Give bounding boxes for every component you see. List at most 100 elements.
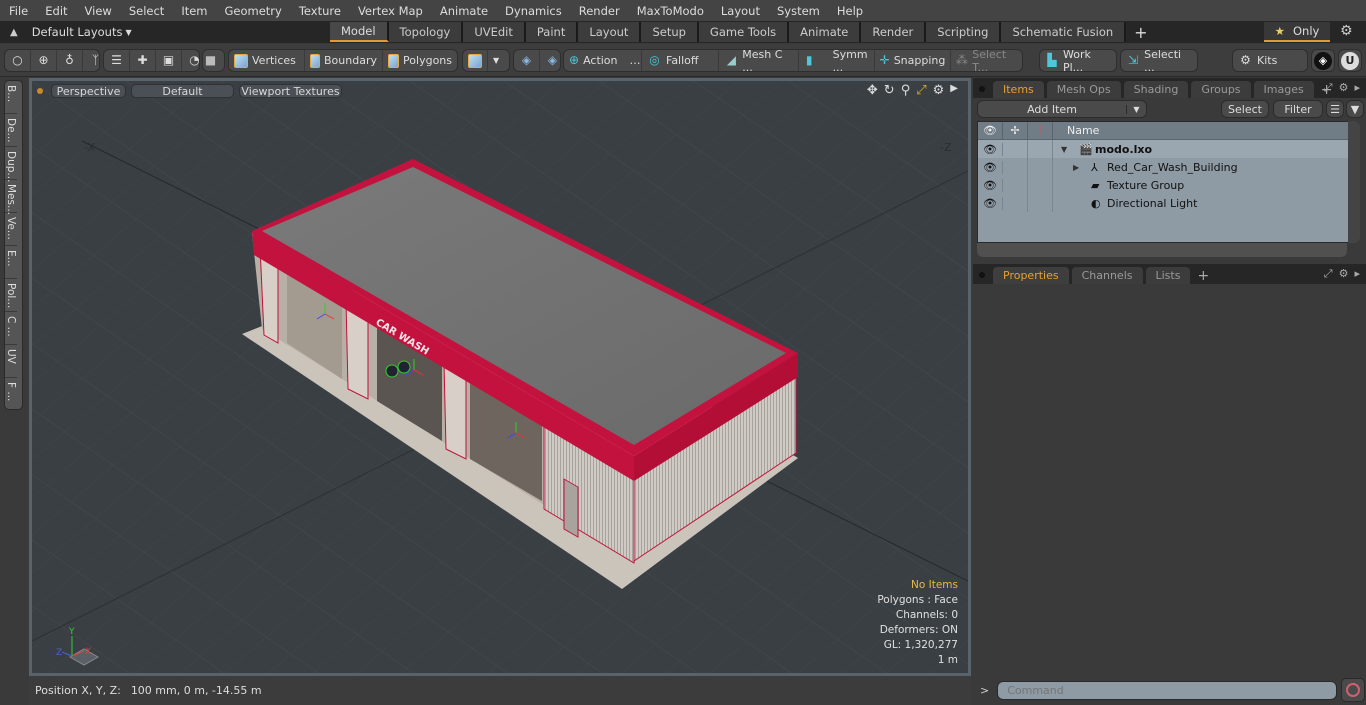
menu-edit[interactable]: Edit [36, 4, 75, 18]
perspective-button[interactable]: Perspective [51, 84, 126, 98]
expand-arrow-icon[interactable]: ▸ [1354, 267, 1360, 281]
rotate-icon[interactable]: ↻ [884, 83, 895, 98]
work-plane-button[interactable]: ▙ Work Pl... [1039, 48, 1117, 74]
kits-button[interactable]: ⚙ Kits [1232, 49, 1308, 72]
3d-viewport[interactable]: CAR WASH Y X Z Perspective Default Viewp… [29, 78, 971, 676]
menu-geometry[interactable]: Geometry [216, 4, 290, 18]
select-through-button[interactable]: ⁂ Select T... [951, 48, 1022, 74]
pan-icon[interactable]: ✥ [867, 83, 878, 98]
record-button[interactable] [1341, 678, 1366, 702]
eye-icon[interactable]: 👁 [978, 160, 1003, 174]
gear-icon[interactable]: ⚙ [1339, 267, 1349, 281]
gear-icon[interactable]: ⚙ [1339, 81, 1349, 95]
menu-vertex-map[interactable]: Vertex Map [349, 4, 431, 18]
type-column[interactable]: ᛙ [1028, 122, 1053, 139]
material-dropdown[interactable]: ▼ [488, 50, 504, 71]
side-tool-tab[interactable]: Pol... [5, 279, 17, 312]
side-tool-tab[interactable]: B... [5, 81, 17, 114]
side-tool-tab[interactable]: Mes... [5, 180, 17, 215]
cross-button[interactable]: ✚ [130, 50, 156, 71]
side-tool-tab[interactable]: Dup... [5, 147, 17, 182]
menu-dynamics[interactable]: Dynamics [496, 4, 570, 18]
action-center-button[interactable]: ⊕ Action… [564, 50, 642, 71]
tab-animate[interactable]: Animate [789, 22, 862, 42]
tree-vertical-scrollbar[interactable] [1348, 121, 1360, 243]
mesh-constraints-button[interactable]: ◢ Mesh C ... [719, 48, 799, 74]
name-column[interactable]: Name [1053, 122, 1099, 139]
add-item-dropdown[interactable]: Add Item ▼ [977, 100, 1147, 118]
maximize-icon[interactable]: ⤢ [1324, 267, 1333, 281]
side-tool-tab[interactable]: C ... [5, 312, 17, 345]
layers-button[interactable]: ☰ [104, 50, 130, 71]
lock-column[interactable]: ✢ [1003, 122, 1028, 139]
expand-arrow-icon[interactable]: ▶ [950, 83, 958, 98]
eye-icon[interactable]: 👁 [978, 142, 1003, 156]
tab-setup[interactable]: Setup [641, 22, 699, 42]
zoom-icon[interactable]: ⚲ [901, 83, 911, 98]
tab-scripting[interactable]: Scripting [926, 22, 1002, 42]
boundary-button[interactable]: Boundary [305, 50, 383, 71]
tab-groups[interactable]: Groups [1191, 81, 1251, 98]
local-transform-button[interactable]: ◈ [540, 50, 565, 71]
expand-toggle-icon[interactable]: ▼ [1061, 145, 1075, 154]
tree-row[interactable]: 👁 ▼ 🎬 modo.lxo [978, 140, 1348, 158]
tab-lists[interactable]: Lists [1145, 267, 1191, 284]
symmetry-button[interactable]: ▮ Symm ... [799, 48, 875, 74]
material-button[interactable] [463, 50, 488, 71]
tab-images[interactable]: Images [1253, 81, 1314, 98]
eye-icon[interactable]: 👁 [978, 196, 1003, 210]
menu-file[interactable]: File [0, 4, 36, 18]
tab-mesh-ops[interactable]: Mesh Ops [1046, 81, 1121, 98]
menu-system[interactable]: System [768, 4, 828, 18]
tab-model[interactable]: Model [330, 22, 389, 42]
tree-row[interactable]: 👁 ▶ ⅄ Red_Car_Wash_Building [978, 158, 1348, 176]
pen-button[interactable]: ♁ [57, 50, 83, 71]
side-tool-tab[interactable]: UV [5, 345, 17, 378]
gear-icon[interactable]: ⚙ [1340, 23, 1353, 39]
tab-topology[interactable]: Topology [388, 22, 464, 42]
expand-arrow-icon[interactable]: ▸ [1354, 81, 1360, 95]
menu-view[interactable]: View [76, 4, 120, 18]
side-tool-tab[interactable]: De... [5, 114, 17, 147]
falloff-button[interactable]: ◎ Falloff [642, 50, 720, 71]
lock-cell[interactable] [1003, 194, 1028, 212]
side-tool-tab[interactable]: F ... [5, 378, 17, 411]
menu-layout[interactable]: Layout [712, 4, 768, 18]
vertices-button[interactable]: Vertices [229, 50, 305, 71]
viewport-menu-dot[interactable] [37, 88, 43, 94]
side-tool-tab[interactable]: E... [5, 246, 17, 279]
unreal-button[interactable]: U [1338, 49, 1362, 72]
collapse-up-icon[interactable]: ▲ [10, 27, 18, 38]
options-button[interactable]: ☰ [1326, 100, 1344, 118]
tab-uvedit[interactable]: UVEdit [463, 22, 526, 42]
unity-button[interactable]: ◈ [1311, 49, 1335, 72]
tree-row[interactable]: 👁 ▰ Texture Group [978, 176, 1348, 194]
world-transform-button[interactable]: ◈ [514, 50, 540, 71]
add-tab-button[interactable]: + [1126, 22, 1155, 42]
selection-sets-button[interactable]: ⇲ Selecti ... [1120, 48, 1198, 74]
menu-maxtomodo[interactable]: MaxToModo [628, 4, 712, 18]
tree-horizontal-scrollbar[interactable] [977, 243, 1347, 257]
only-toggle[interactable]: ★ Only [1264, 22, 1330, 42]
frame-button[interactable]: ▣ [156, 50, 182, 71]
lock-cell[interactable] [1003, 176, 1028, 194]
tab-channels[interactable]: Channels [1071, 267, 1143, 284]
tab-paint[interactable]: Paint [525, 22, 579, 42]
shading-default-button[interactable]: Default [131, 84, 234, 98]
gear-icon[interactable]: ⚙ [933, 83, 945, 98]
tab-items[interactable]: Items [993, 81, 1044, 98]
menu-item[interactable]: Item [172, 4, 215, 18]
filter-funnel-button[interactable]: ▼ [1346, 100, 1364, 118]
layouts-dropdown[interactable]: ▲ Default Layouts ▼ [0, 25, 330, 39]
filter-button[interactable]: Filter [1273, 100, 1323, 118]
tab-schematic-fusion[interactable]: Schematic Fusion [1001, 22, 1127, 42]
snapping-button[interactable]: ✛ Snapping [875, 50, 951, 71]
command-input[interactable] [997, 680, 1338, 700]
tab-render[interactable]: Render [861, 22, 927, 42]
tab-shading[interactable]: Shading [1123, 81, 1189, 98]
items-mode-button[interactable]: ■ [202, 49, 225, 72]
tab-game-tools[interactable]: Game Tools [698, 22, 790, 42]
select-button[interactable]: Select [1221, 100, 1269, 118]
menu-render[interactable]: Render [570, 4, 628, 18]
eye-icon[interactable]: 👁 [978, 178, 1003, 192]
